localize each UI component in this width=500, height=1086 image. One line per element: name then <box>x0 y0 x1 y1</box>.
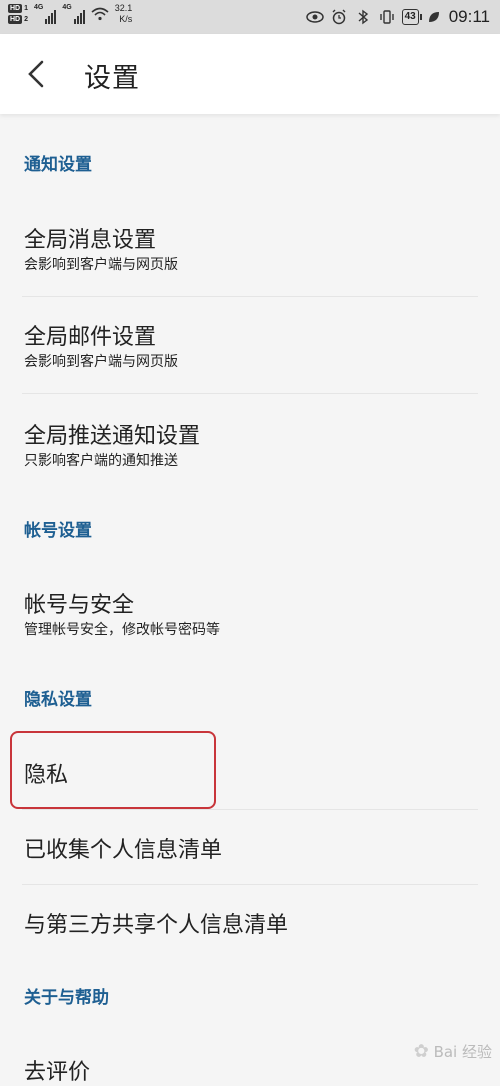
item-subtitle: 只影响客户端的通知推送 <box>24 453 178 469</box>
signal-1-icon: 4G <box>34 4 57 24</box>
paw-icon: ✿ <box>413 1041 429 1062</box>
item-title: 帐号与安全 <box>24 593 135 618</box>
hd-indicators: HD 1 HD 2 <box>8 4 28 24</box>
hd1-indicator: HD 1 <box>8 4 28 13</box>
item-subtitle: 会影响到客户端与网页版 <box>24 354 178 370</box>
list-item-collected-info[interactable]: 已收集个人信息清单 <box>0 810 500 884</box>
hd1-badge: HD <box>8 4 23 13</box>
list-item-third-party[interactable]: 与第三方共享个人信息清单 <box>0 885 500 959</box>
list-item-global-mail[interactable]: 全局邮件设置 会影响到客户端与网页版 <box>0 297 500 393</box>
hd2-indicator: HD 2 <box>8 15 28 24</box>
network-type-1: 4G <box>34 4 44 11</box>
item-title: 全局消息设置 <box>24 228 157 253</box>
section-account-settings: 帐号设置 <box>24 521 92 541</box>
leaf-icon <box>425 8 443 26</box>
section-notify-settings: 通知设置 <box>24 155 92 175</box>
list-item-account-security[interactable]: 帐号与安全 管理帐号安全，修改帐号密码等 <box>0 566 500 660</box>
network-type-2: 4G <box>62 4 72 11</box>
signal-2-icon: 4G <box>62 4 85 24</box>
status-left: HD 1 HD 2 4G 4G 32.1 K/s <box>8 3 132 25</box>
item-subtitle: 会影响到客户端与网页版 <box>24 257 178 273</box>
section-about-help: 关于与帮助 <box>24 988 109 1008</box>
highlight-box <box>10 731 216 809</box>
network-speed: 32.1 K/s <box>115 3 133 25</box>
item-title: 已收集个人信息清单 <box>24 838 223 863</box>
list-item-global-message[interactable]: 全局消息设置 会影响到客户端与网页版 <box>0 200 500 296</box>
status-time: 09:11 <box>448 7 490 26</box>
list-item-global-push[interactable]: 全局推送通知设置 只影响客户端的通知推送 <box>0 394 500 490</box>
section-privacy-settings: 隐私设置 <box>24 690 92 710</box>
watermark: ✿ Bai 经验 <box>414 1041 492 1062</box>
bluetooth-icon <box>354 8 372 26</box>
status-bar: HD 1 HD 2 4G 4G 32.1 K/s 43 09:11 <box>0 0 500 34</box>
item-title: 与第三方共享个人信息清单 <box>24 913 289 938</box>
eye-icon <box>305 8 324 26</box>
speed-unit: K/s <box>119 14 133 24</box>
wifi-icon <box>91 5 109 23</box>
item-title: 全局邮件设置 <box>24 325 157 350</box>
app-bar: 设置 <box>0 34 500 114</box>
alarm-icon <box>330 8 348 26</box>
watermark-text: Bai 经验 <box>433 1043 492 1061</box>
back-arrow-icon[interactable] <box>26 58 48 90</box>
vibrate-icon <box>378 8 396 26</box>
status-right: 43 09:11 <box>305 7 490 27</box>
item-title: 去评价 <box>24 1060 91 1085</box>
hd2-number: 2 <box>24 16 29 23</box>
item-title: 全局推送通知设置 <box>24 424 201 449</box>
page-title: 设置 <box>84 63 140 94</box>
hd2-badge: HD <box>8 15 23 24</box>
hd1-number: 1 <box>24 5 29 12</box>
battery-indicator: 43 <box>401 9 422 25</box>
item-subtitle: 管理帐号安全，修改帐号密码等 <box>24 622 220 638</box>
speed-value: 32.1 <box>114 3 133 13</box>
